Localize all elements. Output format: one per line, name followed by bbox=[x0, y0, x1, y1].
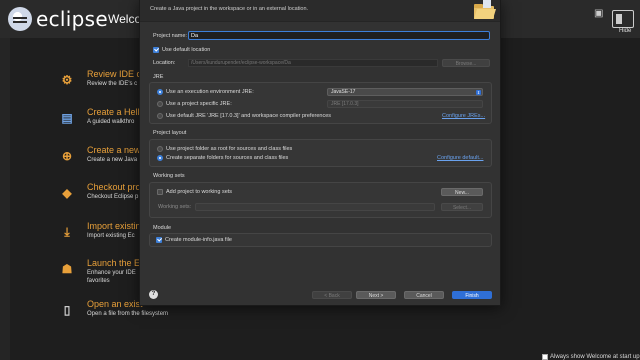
working-sets-section bbox=[149, 182, 492, 218]
plus-circle-icon: ⊕ bbox=[61, 149, 73, 163]
welcome-item-title: Open an exist bbox=[87, 299, 143, 309]
next-button[interactable]: Next > bbox=[356, 291, 396, 299]
welcome-item-title: Review IDE co bbox=[87, 69, 147, 79]
use-default-location-checkbox[interactable] bbox=[153, 47, 159, 53]
eclipse-wordmark: eclipse bbox=[36, 7, 108, 31]
welcome-item-desc-2: favorites bbox=[87, 278, 110, 284]
module-section-title: Module bbox=[153, 225, 172, 231]
create-module-info-checkbox[interactable] bbox=[156, 237, 162, 243]
exec-env-select[interactable]: JavaSE-17 ⇕ bbox=[327, 88, 483, 96]
welcome-item-desc: Enhance your IDE bbox=[87, 270, 136, 276]
chevron-updown-icon: ⇕ bbox=[476, 90, 481, 95]
welcome-item-title: Checkout proj bbox=[87, 182, 143, 192]
configure-default-link[interactable]: Configure default... bbox=[437, 155, 483, 161]
welcome-item-title: Create a Hello bbox=[87, 107, 145, 117]
layout-separate-label: Create separate folders for sources and … bbox=[166, 155, 289, 161]
welcome-item-desc: Open a file from the filesystem bbox=[87, 311, 169, 317]
dialog-subtitle: Create a Java project in the workspace o… bbox=[150, 6, 309, 12]
use-default-location-label: Use default location bbox=[162, 47, 211, 53]
jre-default-label: Use default JRE 'JRE [17.0.3]' and works… bbox=[166, 113, 332, 119]
select-working-sets-button[interactable]: Select... bbox=[441, 203, 483, 211]
welcome-item-desc: Checkout Eclipse p bbox=[87, 194, 139, 200]
welcome-item-desc: A guided walkthro bbox=[87, 119, 135, 125]
working-sets-label: Working sets: bbox=[158, 204, 192, 210]
welcome-item-title: Launch the Ec bbox=[87, 258, 145, 268]
eclipse-logo: eclipse bbox=[8, 7, 108, 31]
welcome-item-desc: Review the IDE's c bbox=[87, 81, 138, 87]
configure-jres-link[interactable]: Configure JREs... bbox=[442, 113, 485, 119]
hide-label: Hide bbox=[619, 28, 632, 34]
jre-exec-env-radio[interactable] bbox=[157, 89, 163, 95]
back-button[interactable]: < Back bbox=[312, 291, 352, 299]
layout-section bbox=[149, 139, 492, 167]
create-module-info-label: Create module-info.java file bbox=[165, 237, 232, 243]
welcome-item-title: Create a new bbox=[87, 145, 141, 155]
checkbox-box[interactable] bbox=[542, 354, 548, 360]
welcome-item-desc: Create a new Java bbox=[87, 157, 138, 163]
working-sets-section-title: Working sets bbox=[153, 173, 185, 179]
marketplace-icon: ☗ bbox=[61, 262, 73, 276]
exec-env-value: JavaSE-17 bbox=[331, 89, 356, 95]
cancel-button[interactable]: Cancel bbox=[404, 291, 444, 299]
git-icon: ◆ bbox=[62, 186, 72, 200]
browse-button[interactable]: Browse... bbox=[442, 59, 490, 67]
layout-separate-radio[interactable] bbox=[157, 155, 163, 161]
location-label: Location: bbox=[153, 60, 176, 66]
left-gutter bbox=[0, 38, 10, 360]
eclipse-orb-icon bbox=[8, 7, 32, 31]
workbench-icon[interactable]: ▣ bbox=[594, 8, 603, 19]
hide-panel-icon bbox=[616, 14, 622, 24]
dialog-header: Create a Java project in the workspace o… bbox=[140, 0, 500, 22]
location-field[interactable]: /Users/kundurupender/eclipse-workspace/D… bbox=[188, 59, 438, 67]
hello-world-icon: ▤ bbox=[61, 111, 73, 125]
welcome-item-title: Import existin bbox=[87, 221, 141, 231]
jre-exec-env-label: Use an execution environment JRE: bbox=[166, 89, 254, 95]
project-specific-jre-select[interactable]: JRE [17.0.3] bbox=[327, 100, 483, 108]
help-icon[interactable]: ? bbox=[149, 290, 158, 299]
new-java-project-dialog: Create a Java project in the workspace o… bbox=[139, 0, 501, 306]
new-working-set-button[interactable]: New... bbox=[441, 188, 483, 196]
working-sets-combo[interactable] bbox=[195, 203, 435, 211]
welcome-item-desc: Import existing Ec bbox=[87, 233, 135, 239]
jre-project-specific-label: Use a project specific JRE: bbox=[166, 101, 232, 107]
layout-root-label: Use project folder as root for sources a… bbox=[166, 146, 293, 152]
jre-project-specific-radio[interactable] bbox=[157, 101, 163, 107]
project-name-label: Project name: bbox=[153, 33, 187, 39]
hide-welcome-button[interactable] bbox=[612, 10, 634, 28]
gear-icon: ⚙ bbox=[61, 73, 73, 87]
project-name-input[interactable] bbox=[188, 31, 490, 40]
add-to-working-sets-label: Add project to working sets bbox=[166, 189, 233, 195]
show-welcome-label: Always show Welcome at start up bbox=[550, 354, 640, 360]
layout-section-title: Project layout bbox=[153, 130, 187, 136]
layout-root-radio[interactable] bbox=[157, 146, 163, 152]
file-icon: ▯ bbox=[63, 303, 71, 317]
folder-wizard-icon bbox=[474, 0, 496, 19]
jre-default-radio[interactable] bbox=[157, 113, 163, 119]
jre-section-title: JRE bbox=[153, 74, 164, 80]
finish-button[interactable]: Finish bbox=[452, 291, 492, 299]
import-icon: ⤓ bbox=[64, 225, 70, 239]
show-welcome-checkbox[interactable]: Always show Welcome at start up bbox=[542, 354, 640, 360]
add-to-working-sets-checkbox[interactable] bbox=[157, 189, 163, 195]
